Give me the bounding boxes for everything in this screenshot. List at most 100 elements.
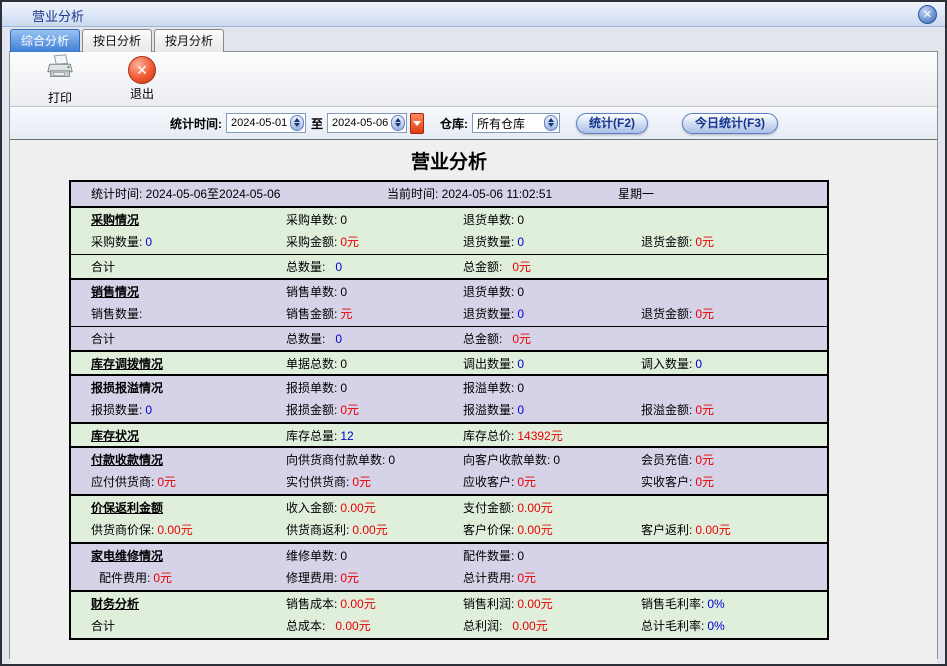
report-cell: 退货金额:0元: [641, 230, 714, 254]
tab-daily-analysis[interactable]: 按日分析: [82, 29, 152, 52]
report-cell: 销售毛利率:0%: [641, 592, 725, 616]
report-cell: 客户返利:0.00元: [641, 518, 731, 542]
print-button[interactable]: 打印: [38, 53, 82, 106]
report-cell: 客户价保:0.00元: [463, 518, 553, 542]
date-from-value: 2024-05-01: [227, 117, 290, 129]
report-cell: 合计: [91, 614, 115, 638]
report-cell: 配件数量:0: [463, 544, 524, 568]
spinner-up-icon: [395, 118, 401, 122]
report-row: 财务分析 销售成本:0.00元 销售利润:0.00元 销售毛利率:0%: [71, 590, 827, 614]
printer-icon: [45, 53, 75, 88]
report-cell: 总利润:0.00元: [463, 614, 548, 638]
report-row: 合计总数量:0总金额:0元: [71, 326, 827, 350]
report-row: 销售情况销售单数:0退货单数:0: [71, 278, 827, 302]
statistics-button[interactable]: 统计(F2): [576, 113, 648, 134]
report-cell: 财务分析: [91, 592, 139, 616]
report-cell: 采购情况: [91, 208, 139, 232]
exit-icon: ✕: [128, 56, 156, 84]
title-bar: 营业分析 ✕: [2, 2, 945, 27]
warehouse-label: 仓库:: [440, 115, 468, 132]
date-to-spinner[interactable]: [391, 115, 405, 131]
report-cell: 总计毛利率:0%: [641, 614, 725, 638]
report-cell: 应付供货商:0元: [91, 470, 176, 494]
report-cell: 报溢数量:0: [463, 398, 524, 422]
report-cell: 单据总数:0: [286, 352, 347, 376]
report-cell: 会员充值:0元: [641, 448, 714, 472]
report-row: 价保返利金额 收入金额:0.00元 支付金额:0.00元: [71, 494, 827, 518]
report-header-row: 统计时间: 2024-05-06至2024-05-06当前时间: 2024-05…: [71, 182, 827, 206]
time-range-label: 统计时间:: [170, 115, 222, 132]
close-icon: ✕: [919, 7, 936, 24]
report-cell: 库存状况: [91, 424, 139, 448]
report-row: 销售数量:销售金额:元退货数量:0退货金额:0元: [71, 302, 827, 326]
date-dropdown-button[interactable]: [410, 113, 424, 134]
report-cell: 采购数量:0: [91, 230, 152, 254]
report-cell: 报溢单数:0: [463, 376, 524, 400]
to-label: 至: [311, 115, 323, 132]
report-row: 合计总数量:0总金额:0元: [71, 254, 827, 278]
main-panel: 打印 ✕ 退出 统计时间: 2024-05-01 至 2024-05-06 仓库…: [9, 51, 938, 659]
date-from-spinner[interactable]: [290, 115, 304, 131]
tab-comprehensive-analysis[interactable]: 综合分析: [10, 29, 80, 52]
report-cell: 总数量:0: [286, 327, 342, 351]
report-cell: 家电维修情况: [91, 544, 163, 568]
report-cell: 实付供货商:0元: [286, 470, 371, 494]
report-row: 采购数量:0 采购金额:0元 退货数量:0 退货金额:0元: [71, 230, 827, 254]
report-cell: 应收客户:0元: [463, 470, 536, 494]
report-cell: 调出数量:0: [463, 352, 524, 376]
report-row: 合计总成本:0.00元总利润:0.00元总计毛利率:0%: [71, 614, 827, 638]
report-cell: 总计费用:0元: [463, 566, 536, 590]
warehouse-select[interactable]: 所有仓库: [472, 113, 560, 133]
report-cell: 销售数量:: [91, 302, 142, 326]
report-row: 配件费用:0元 修理费用:0元 总计费用:0元: [71, 566, 827, 590]
close-button[interactable]: ✕: [918, 5, 937, 24]
report-row: 库存状况库存总量:12库存总价:14392元: [71, 422, 827, 446]
today-statistics-button[interactable]: 今日统计(F3): [682, 113, 778, 134]
report-cell: 退货数量:0: [463, 302, 524, 326]
date-to-input[interactable]: 2024-05-06: [327, 113, 407, 133]
report-row: 家电维修情况 维修单数:0 配件数量:0: [71, 542, 827, 566]
report-row: 付款收款情况向供货商付款单数:0向客户收款单数:0会员充值:0元: [71, 446, 827, 470]
spinner-up-icon: [548, 118, 554, 122]
report-cell: 销售情况: [91, 280, 139, 304]
report-table: 统计时间: 2024-05-06至2024-05-06当前时间: 2024-05…: [69, 180, 829, 640]
exit-button-label: 退出: [130, 85, 154, 102]
tab-bar: 综合分析 按日分析 按月分析: [10, 29, 226, 52]
report-cell: 销售成本:0.00元: [286, 592, 376, 616]
report-cell: 报损单数:0: [286, 376, 347, 400]
date-to-value: 2024-05-06: [328, 117, 391, 129]
report-cell: 退货数量:0: [463, 230, 524, 254]
warehouse-value: 所有仓库: [473, 115, 544, 132]
report-cell: 维修单数:0: [286, 544, 347, 568]
report-cell: 库存总量:12: [286, 424, 354, 448]
report-cell: 退货单数:0: [463, 280, 524, 304]
spinner-down-icon: [395, 123, 401, 127]
spinner-down-icon: [548, 123, 554, 127]
report-area: 营业分析 统计时间: 2024-05-06至2024-05-06当前时间: 20…: [10, 147, 937, 664]
report-cell: 销售利润:0.00元: [463, 592, 553, 616]
report-cell: 库存调拨情况: [91, 352, 163, 376]
report-cell: 总金额:0元: [463, 255, 531, 279]
report-cell: 向客户收款单数:0: [463, 448, 560, 472]
report-cell: 报溢金额:0元: [641, 398, 714, 422]
report-cell: 支付金额:0.00元: [463, 496, 553, 520]
report-cell: 供货商价保:0.00元: [91, 518, 193, 542]
warehouse-spinner[interactable]: [544, 115, 558, 131]
report-cell: 配件费用:0元: [99, 566, 172, 590]
report-cell: 收入金额:0.00元: [286, 496, 376, 520]
report-cell: 总数量:0: [286, 255, 342, 279]
spinner-down-icon: [294, 123, 300, 127]
report-cell: 修理费用:0元: [286, 566, 359, 590]
report-title: 营业分析: [69, 147, 829, 174]
date-from-input[interactable]: 2024-05-01: [226, 113, 306, 133]
app-window: 营业分析 ✕ 综合分析 按日分析 按月分析 打印: [0, 0, 947, 666]
tab-monthly-analysis[interactable]: 按月分析: [154, 29, 224, 52]
report-cell: 统计时间: 2024-05-06至2024-05-06: [91, 182, 280, 206]
filter-bar: 统计时间: 2024-05-01 至 2024-05-06 仓库: 所有仓库 统…: [10, 107, 937, 140]
report-cell: 价保返利金额: [91, 496, 163, 520]
report-cell: 采购金额:0元: [286, 230, 359, 254]
window-title: 营业分析: [32, 6, 84, 25]
report-row: 应付供货商:0元实付供货商:0元应收客户:0元实收客户:0元: [71, 470, 827, 494]
report-cell: 调入数量:0: [641, 352, 702, 376]
exit-button[interactable]: ✕ 退出: [120, 56, 164, 102]
